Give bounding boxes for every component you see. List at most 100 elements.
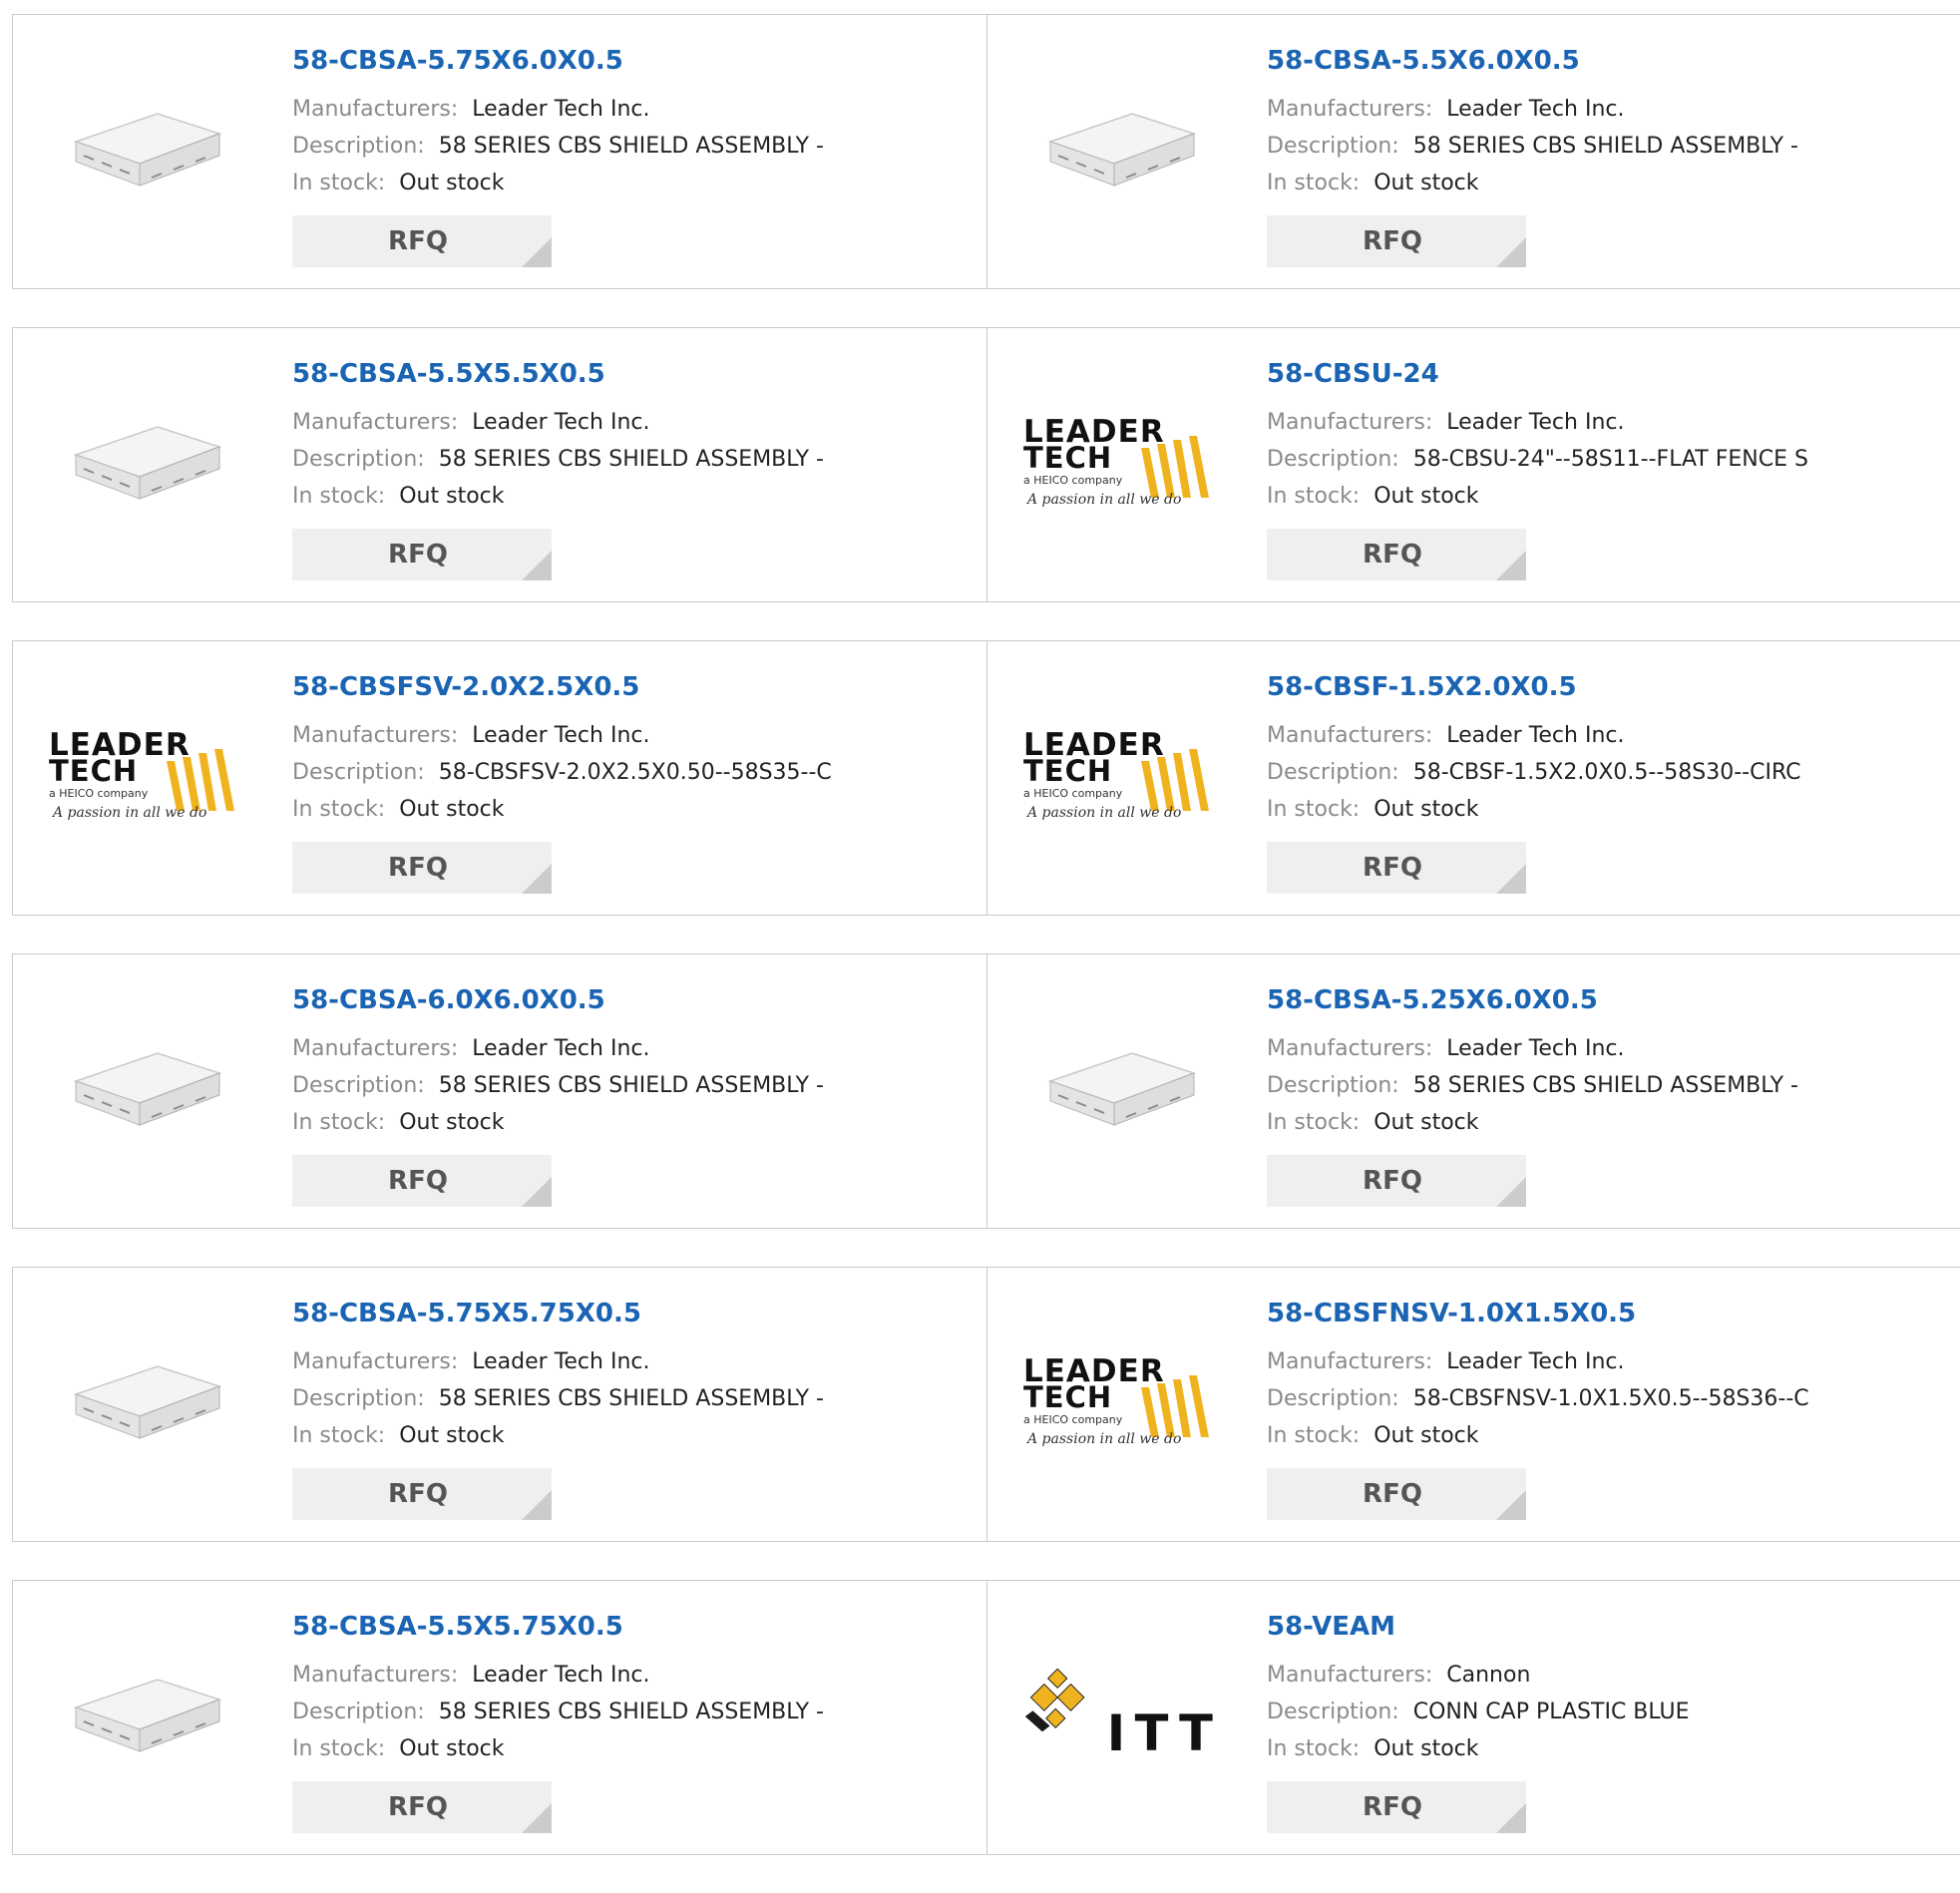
rfq-button[interactable]: RFQ [292,215,552,267]
rfq-button[interactable]: RFQ [1267,1781,1526,1833]
description-label: Description: [292,134,425,159]
shield-assembly-image [1047,1052,1197,1126]
rfq-button[interactable]: RFQ [1267,1155,1526,1207]
part-number-link[interactable]: 58-CBSA-5.75X6.0X0.5 [292,45,824,77]
rfq-button[interactable]: RFQ [1267,529,1526,580]
rfq-label: RFQ [1363,1479,1422,1509]
rfq-button[interactable]: RFQ [1267,215,1526,267]
rfq-button[interactable]: RFQ [1267,1468,1526,1520]
part-number-link[interactable]: 58-CBSA-5.5X6.0X0.5 [1267,45,1798,77]
logo-line2: TECH [1023,1380,1112,1414]
shield-assembly-image [73,1365,222,1439]
product-info: 58-CBSA-5.5X5.75X0.5 Manufacturers: Leader… [292,1611,824,1767]
rfq-label: RFQ [1363,540,1422,569]
shield-assembly-image [73,1679,222,1752]
product-thumbnail[interactable] [1021,70,1221,229]
rfq-corner-decoration [1496,1177,1526,1207]
product-card: 58-CBSA-5.5X5.75X0.5 Manufacturers: Leader… [12,1581,986,1854]
manufacturer-value: Leader Tech Inc. [1446,1349,1625,1374]
stock-line: In stock: Out stock [292,478,824,515]
part-number-link[interactable]: 58-CBSA-5.75X5.75X0.5 [292,1298,824,1329]
product-thumbnail[interactable]: LEADER TECH a HEICO company A passion in… [1021,1323,1221,1482]
product-row: 58-CBSA-5.75X5.75X0.5 Manufacturers: Leade… [12,1267,1960,1542]
logo-tagline: a HEICO company [1023,1413,1123,1426]
rfq-corner-decoration [1496,551,1526,580]
product-card: ITT 58-VEAM Manufacturers: Cannon Descripti… [986,1581,1960,1854]
product-card: 58-CBSA-6.0X6.0X0.5 Manufacturers: Leader … [12,954,986,1228]
product-card: 58-CBSA-5.5X5.5X0.5 Manufacturers: Leader … [12,328,986,601]
stock-line: In stock: Out stock [1267,1730,1690,1767]
product-row: 58-CBSA-5.5X5.5X0.5 Manufacturers: Leader … [12,327,1960,602]
product-card: 58-CBSA-5.75X6.0X0.5 Manufacturers: Leader… [12,15,986,288]
rfq-button[interactable]: RFQ [1267,842,1526,894]
product-thumbnail[interactable] [47,1323,246,1482]
manufacturer-value: Leader Tech Inc. [1446,723,1625,748]
product-card: 58-CBSA-5.25X6.0X0.5 Manufacturers: Leader… [986,954,1960,1228]
product-info: 58-CBSA-5.75X6.0X0.5 Manufacturers: Leader… [292,45,824,201]
product-thumbnail[interactable] [1021,1009,1221,1169]
part-number-link[interactable]: 58-CBSA-5.5X5.5X0.5 [292,358,824,390]
product-row: 58-CBSA-5.5X5.75X0.5 Manufacturers: Leader… [12,1580,1960,1855]
product-row: 58-CBSA-5.75X6.0X0.5 Manufacturers: Leader… [12,14,1960,289]
stock-value: Out stock [399,484,505,509]
manufacturer-line: Manufacturers: Leader Tech Inc. [292,1030,824,1067]
manufacturers-label: Manufacturers: [292,1663,459,1688]
product-card: LEADER TECH a HEICO company A passion in… [12,641,986,915]
logo-tagline: a HEICO company [1023,787,1123,800]
product-thumbnail[interactable] [47,383,246,543]
part-number-link[interactable]: 58-CBSFSV-2.0X2.5X0.5 [292,671,832,703]
product-thumbnail[interactable]: ITT [1021,1636,1221,1795]
stock-value: Out stock [399,171,505,195]
rfq-label: RFQ [388,1479,448,1509]
rfq-button[interactable]: RFQ [292,1155,552,1207]
part-number-link[interactable]: 58-VEAM [1267,1611,1690,1643]
part-number-link[interactable]: 58-CBSA-5.25X6.0X0.5 [1267,984,1798,1016]
description-line: Description: 58-CBSF-1.5X2.0X0.5--58S30--… [1267,754,1801,791]
description-line: Description: 58-CBSU-24"--58S11--FLAT FEN… [1267,441,1808,478]
part-number-link[interactable]: 58-CBSA-6.0X6.0X0.5 [292,984,824,1016]
shield-assembly-image [1047,113,1197,187]
rfq-button[interactable]: RFQ [292,529,552,580]
description-label: Description: [292,447,425,472]
product-thumbnail[interactable]: LEADER TECH a HEICO company A passion in… [47,696,246,856]
in-stock-label: In stock: [1267,797,1361,822]
manufacturer-value: Cannon [1446,1663,1531,1688]
stock-value: Out stock [399,1736,505,1761]
rfq-button[interactable]: RFQ [292,1468,552,1520]
itt-logo: ITT [1024,1668,1213,1762]
logo-tagline: a HEICO company [1023,474,1123,487]
product-info: 58-VEAM Manufacturers: Cannon Description: C… [1267,1611,1690,1767]
description-value: 58 SERIES CBS SHIELD ASSEMBLY - [438,447,824,472]
product-thumbnail[interactable] [47,1009,246,1169]
description-line: Description: 58-CBSFSV-2.0X2.5X0.50--58S3… [292,754,832,791]
stock-line: In stock: Out stock [1267,791,1801,828]
leader-tech-logo: LEADER TECH a HEICO company A passion in… [1023,414,1209,508]
stock-line: In stock: Out stock [292,165,824,201]
rfq-corner-decoration [522,237,552,267]
rfq-label: RFQ [1363,226,1422,256]
logo-line2: TECH [1023,441,1112,475]
product-thumbnail[interactable] [47,70,246,229]
rfq-corner-decoration [522,1803,552,1833]
stock-line: In stock: Out stock [1267,1417,1809,1454]
rfq-button[interactable]: RFQ [292,1781,552,1833]
part-number-link[interactable]: 58-CBSFNSV-1.0X1.5X0.5 [1267,1298,1809,1329]
manufacturers-label: Manufacturers: [292,1349,459,1374]
description-line: Description: 58 SERIES CBS SHIELD ASSEMBL… [292,1694,824,1730]
manufacturer-line: Manufacturers: Leader Tech Inc. [1267,404,1808,441]
part-number-link[interactable]: 58-CBSU-24 [1267,358,1808,390]
description-label: Description: [1267,760,1399,785]
product-thumbnail[interactable]: LEADER TECH a HEICO company A passion in… [1021,696,1221,856]
part-number-link[interactable]: 58-CBSF-1.5X2.0X0.5 [1267,671,1801,703]
product-thumbnail[interactable] [47,1636,246,1795]
product-card: LEADER TECH a HEICO company A passion in… [986,641,1960,915]
manufacturer-line: Manufacturers: Cannon [1267,1657,1690,1694]
rfq-label: RFQ [1363,1166,1422,1196]
product-thumbnail[interactable]: LEADER TECH a HEICO company A passion in… [1021,383,1221,543]
part-number-link[interactable]: 58-CBSA-5.5X5.75X0.5 [292,1611,824,1643]
description-line: Description: 58 SERIES CBS SHIELD ASSEMBL… [292,441,824,478]
rfq-label: RFQ [388,1166,448,1196]
description-line: Description: 58 SERIES CBS SHIELD ASSEMBL… [1267,1067,1798,1104]
manufacturer-line: Manufacturers: Leader Tech Inc. [1267,1343,1809,1380]
rfq-button[interactable]: RFQ [292,842,552,894]
